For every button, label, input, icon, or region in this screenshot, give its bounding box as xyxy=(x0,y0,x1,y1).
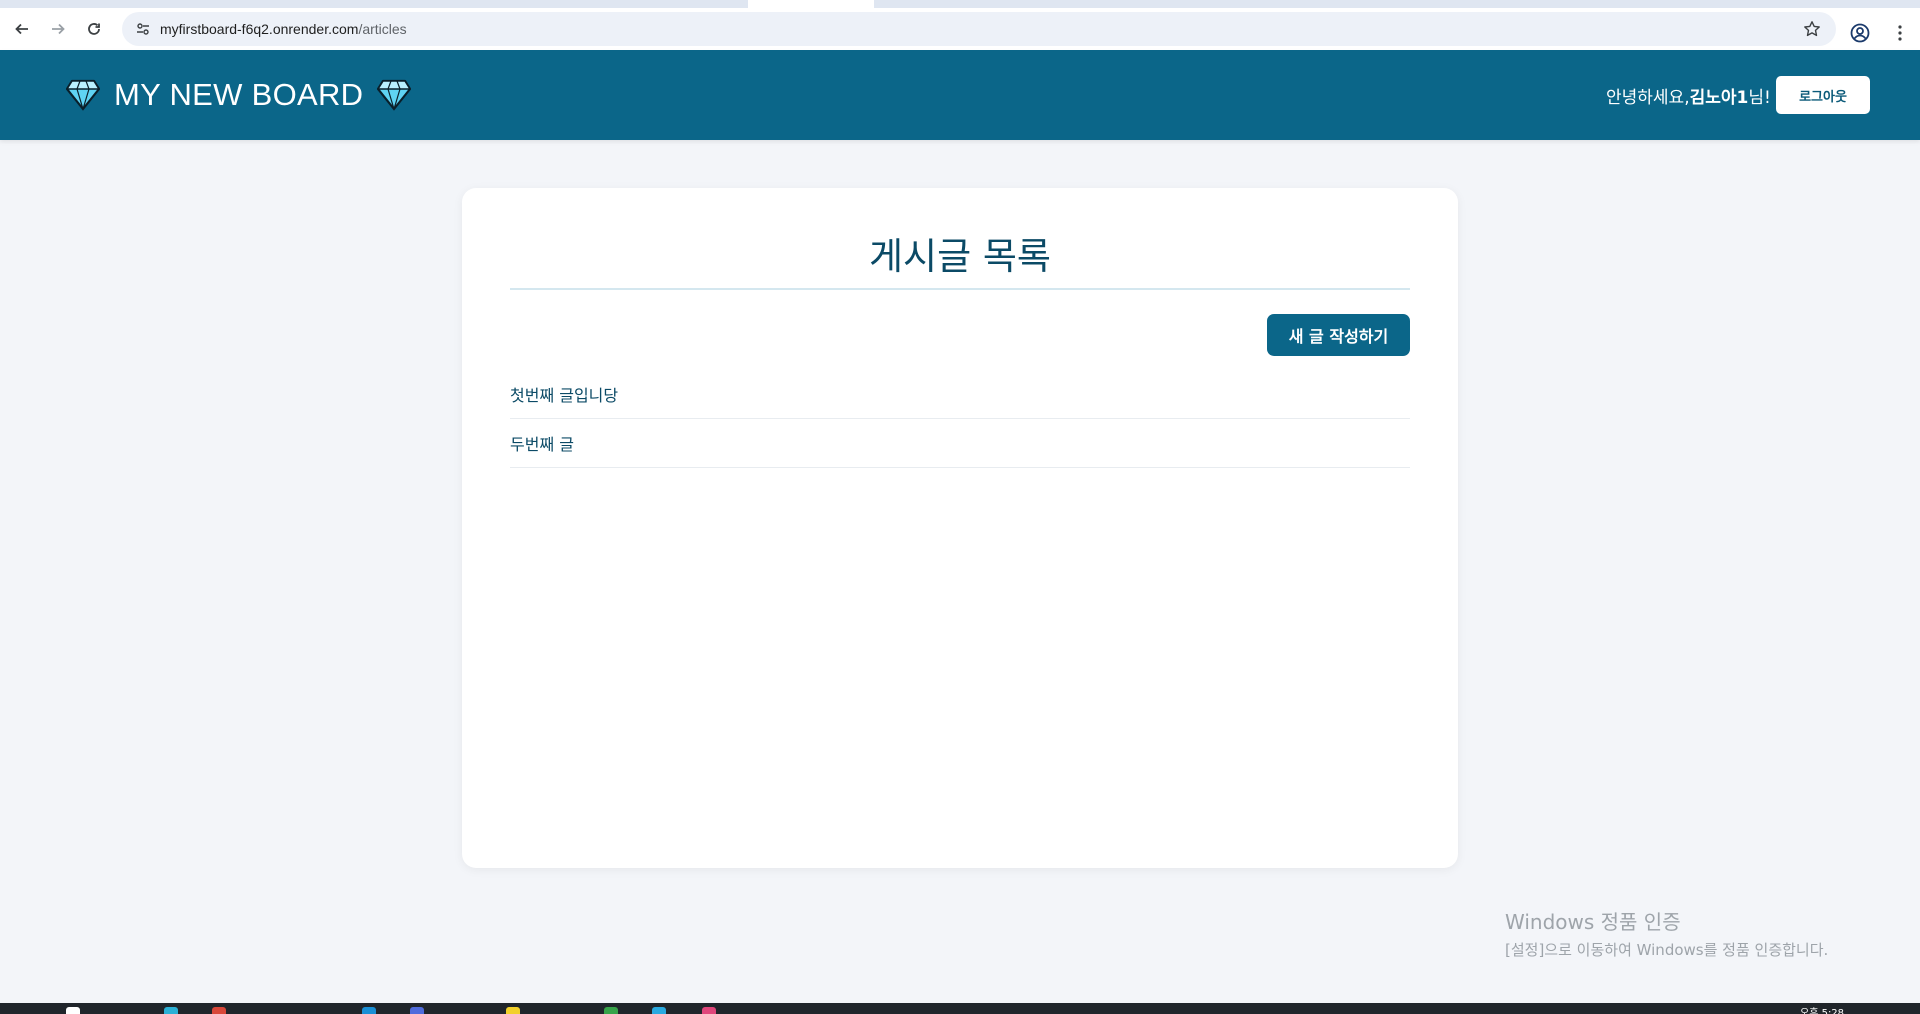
taskbar-app-icon[interactable] xyxy=(506,1007,520,1014)
url-host: myfirstboard-f6q2.onrender.com xyxy=(160,21,359,37)
menu-icon[interactable] xyxy=(1890,19,1910,47)
watermark-subtitle: [설정]으로 이동하여 Windows를 정품 인증합니다. xyxy=(1505,941,1829,959)
taskbar-app-icon[interactable] xyxy=(212,1007,226,1014)
greeting: 안녕하세요, 김노아1 님! xyxy=(1606,80,1771,110)
active-tab[interactable] xyxy=(748,0,874,8)
article-link[interactable]: 첫번째 글입니당 xyxy=(510,382,618,406)
tab-strip xyxy=(0,0,1920,8)
taskbar-app-icon[interactable] xyxy=(604,1007,618,1014)
watermark-title: Windows 정품 인증 xyxy=(1505,910,1681,934)
user-name: 김노아1 xyxy=(1689,87,1749,108)
list-item: 첫번째 글입니당 xyxy=(510,370,1410,419)
taskbar-app-icon[interactable] xyxy=(410,1007,424,1014)
url-text: myfirstboard-f6q2.onrender.com/articles xyxy=(160,21,407,37)
list-item: 두번째 글 xyxy=(510,419,1410,468)
address-bar[interactable]: myfirstboard-f6q2.onrender.com/articles xyxy=(122,12,1836,46)
greeting-suffix: 님! xyxy=(1748,87,1771,108)
gem-icon xyxy=(377,79,412,111)
taskbar: 오후 5:28 xyxy=(0,1003,1920,1014)
article-link[interactable]: 두번째 글 xyxy=(510,431,574,455)
brand[interactable]: MY NEW BOARD xyxy=(66,70,412,120)
taskbar-app-icon[interactable] xyxy=(702,1007,716,1014)
back-icon[interactable] xyxy=(4,11,40,47)
gem-icon xyxy=(66,79,100,111)
taskbar-app-icon[interactable] xyxy=(164,1007,178,1014)
article-list-card: 게시글 목록 새 글 작성하기 첫번째 글입니당 두번째 글 xyxy=(462,188,1458,868)
url-path: /articles xyxy=(358,21,407,37)
logout-button[interactable]: 로그아웃 xyxy=(1776,76,1870,114)
page-title: 게시글 목록 xyxy=(869,235,1051,278)
brand-title: MY NEW BOARD xyxy=(114,77,364,112)
article-list: 첫번째 글입니당 두번째 글 xyxy=(510,370,1410,468)
taskbar-app-icon[interactable] xyxy=(362,1007,376,1014)
title-divider xyxy=(510,288,1410,290)
browser-toolbar: myfirstboard-f6q2.onrender.com/articles xyxy=(0,8,1920,50)
greeting-prefix: 안녕하세요, xyxy=(1606,87,1690,108)
taskbar-clock[interactable]: 오후 5:28 xyxy=(1800,1004,1844,1014)
star-icon[interactable] xyxy=(1800,17,1824,41)
site-info-icon[interactable] xyxy=(128,14,158,44)
forward-icon[interactable] xyxy=(40,11,76,47)
taskbar-app-icon[interactable] xyxy=(652,1007,666,1014)
start-icon[interactable] xyxy=(66,1007,80,1014)
site-header: MY NEW BOARD 안녕하세요, 김노아1 님! 로그아웃 xyxy=(0,50,1920,140)
new-post-button[interactable]: 새 글 작성하기 xyxy=(1267,314,1410,356)
profile-icon[interactable] xyxy=(1846,19,1874,47)
activation-watermark: Windows 정품 인증 [설정]으로 이동하여 Windows를 정품 인증… xyxy=(1505,906,1828,960)
reload-icon[interactable] xyxy=(76,11,112,47)
